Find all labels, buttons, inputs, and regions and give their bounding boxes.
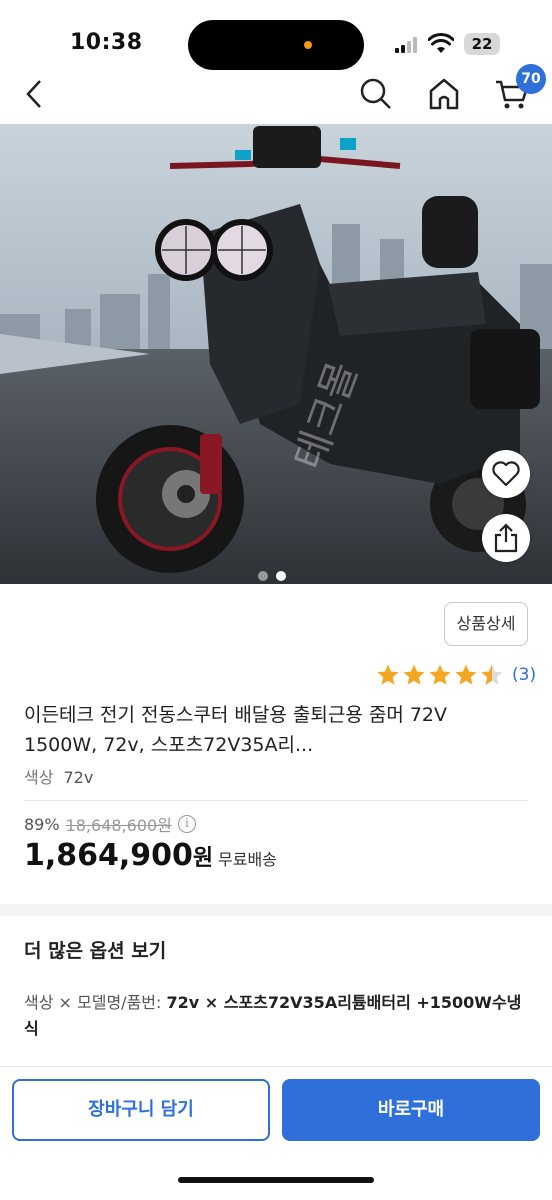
search-button[interactable] [356,72,396,116]
buy-now-button[interactable]: 바로구매 [282,1079,540,1141]
wishlist-button[interactable] [482,450,530,498]
wifi-icon [428,33,454,53]
back-button[interactable] [14,72,54,116]
camera-indicator-dot [304,41,312,49]
scooter-product-image: 테크몰 [0,124,552,584]
share-icon [494,523,518,553]
product-title: 이든테크 전기 전동스쿠터 배달용 출퇴근용 줌머 72V 1500W, 72v… [24,704,448,756]
carousel-dots [258,566,294,584]
star-full-icon [403,664,425,685]
option-summary-label: 색상 × 모델명/품번: [24,993,162,1012]
product-image-carousel[interactable]: 테크몰 [0,124,552,584]
battery-indicator: 22 [464,33,500,55]
color-option: 색상 72v [24,764,93,788]
color-label: 색상 [24,768,54,787]
star-full-icon [429,664,451,685]
home-indicator [178,1177,374,1183]
rating[interactable]: (3) [376,662,536,688]
discount-row: 89% 18,648,600원 i [24,812,196,836]
chevron-left-icon [26,80,41,108]
star-full-icon [377,664,399,685]
signal-icon [395,37,419,53]
carousel-dot[interactable] [258,571,268,581]
star-full-icon [455,664,477,685]
dynamic-island [188,20,364,70]
price-unit: 원 [192,846,214,871]
star-half-icon [481,664,503,685]
home-icon [429,78,459,110]
status-bar: 10:38 22 [0,0,552,72]
share-button[interactable] [482,514,530,562]
carousel-dot-active[interactable] [276,571,286,581]
add-to-cart-button[interactable]: 장바구니 담기 [12,1079,270,1141]
top-nav-bar [0,72,552,124]
bottom-action-bar: 장바구니 담기 바로구매 [0,1066,552,1200]
discount-rate: 89% [24,814,60,834]
search-icon [360,78,391,109]
section-divider [0,904,552,916]
home-button[interactable] [424,72,464,116]
product-detail-button[interactable]: 상품상세 [444,602,528,646]
price-value: 1,864,900 [24,838,193,873]
sale-price: 1,864,900원 [24,838,213,873]
shipping-info: 무료배송 [218,850,277,869]
status-time: 10:38 [70,30,143,55]
original-price: 18,648,600원 [65,816,172,835]
color-value: 72v [63,768,94,787]
info-icon[interactable]: i [177,815,196,833]
more-options-title[interactable]: 더 많은 옵션 보기 [24,936,166,963]
rating-count[interactable]: (3) [512,665,536,685]
divider [24,800,528,801]
selected-option-summary[interactable]: 색상 × 모델명/품번: 72v × 스포츠72V35A리튬배터리 +1500W… [24,990,534,1042]
heart-icon [492,461,520,487]
cart-count-badge: 70 [516,64,546,94]
